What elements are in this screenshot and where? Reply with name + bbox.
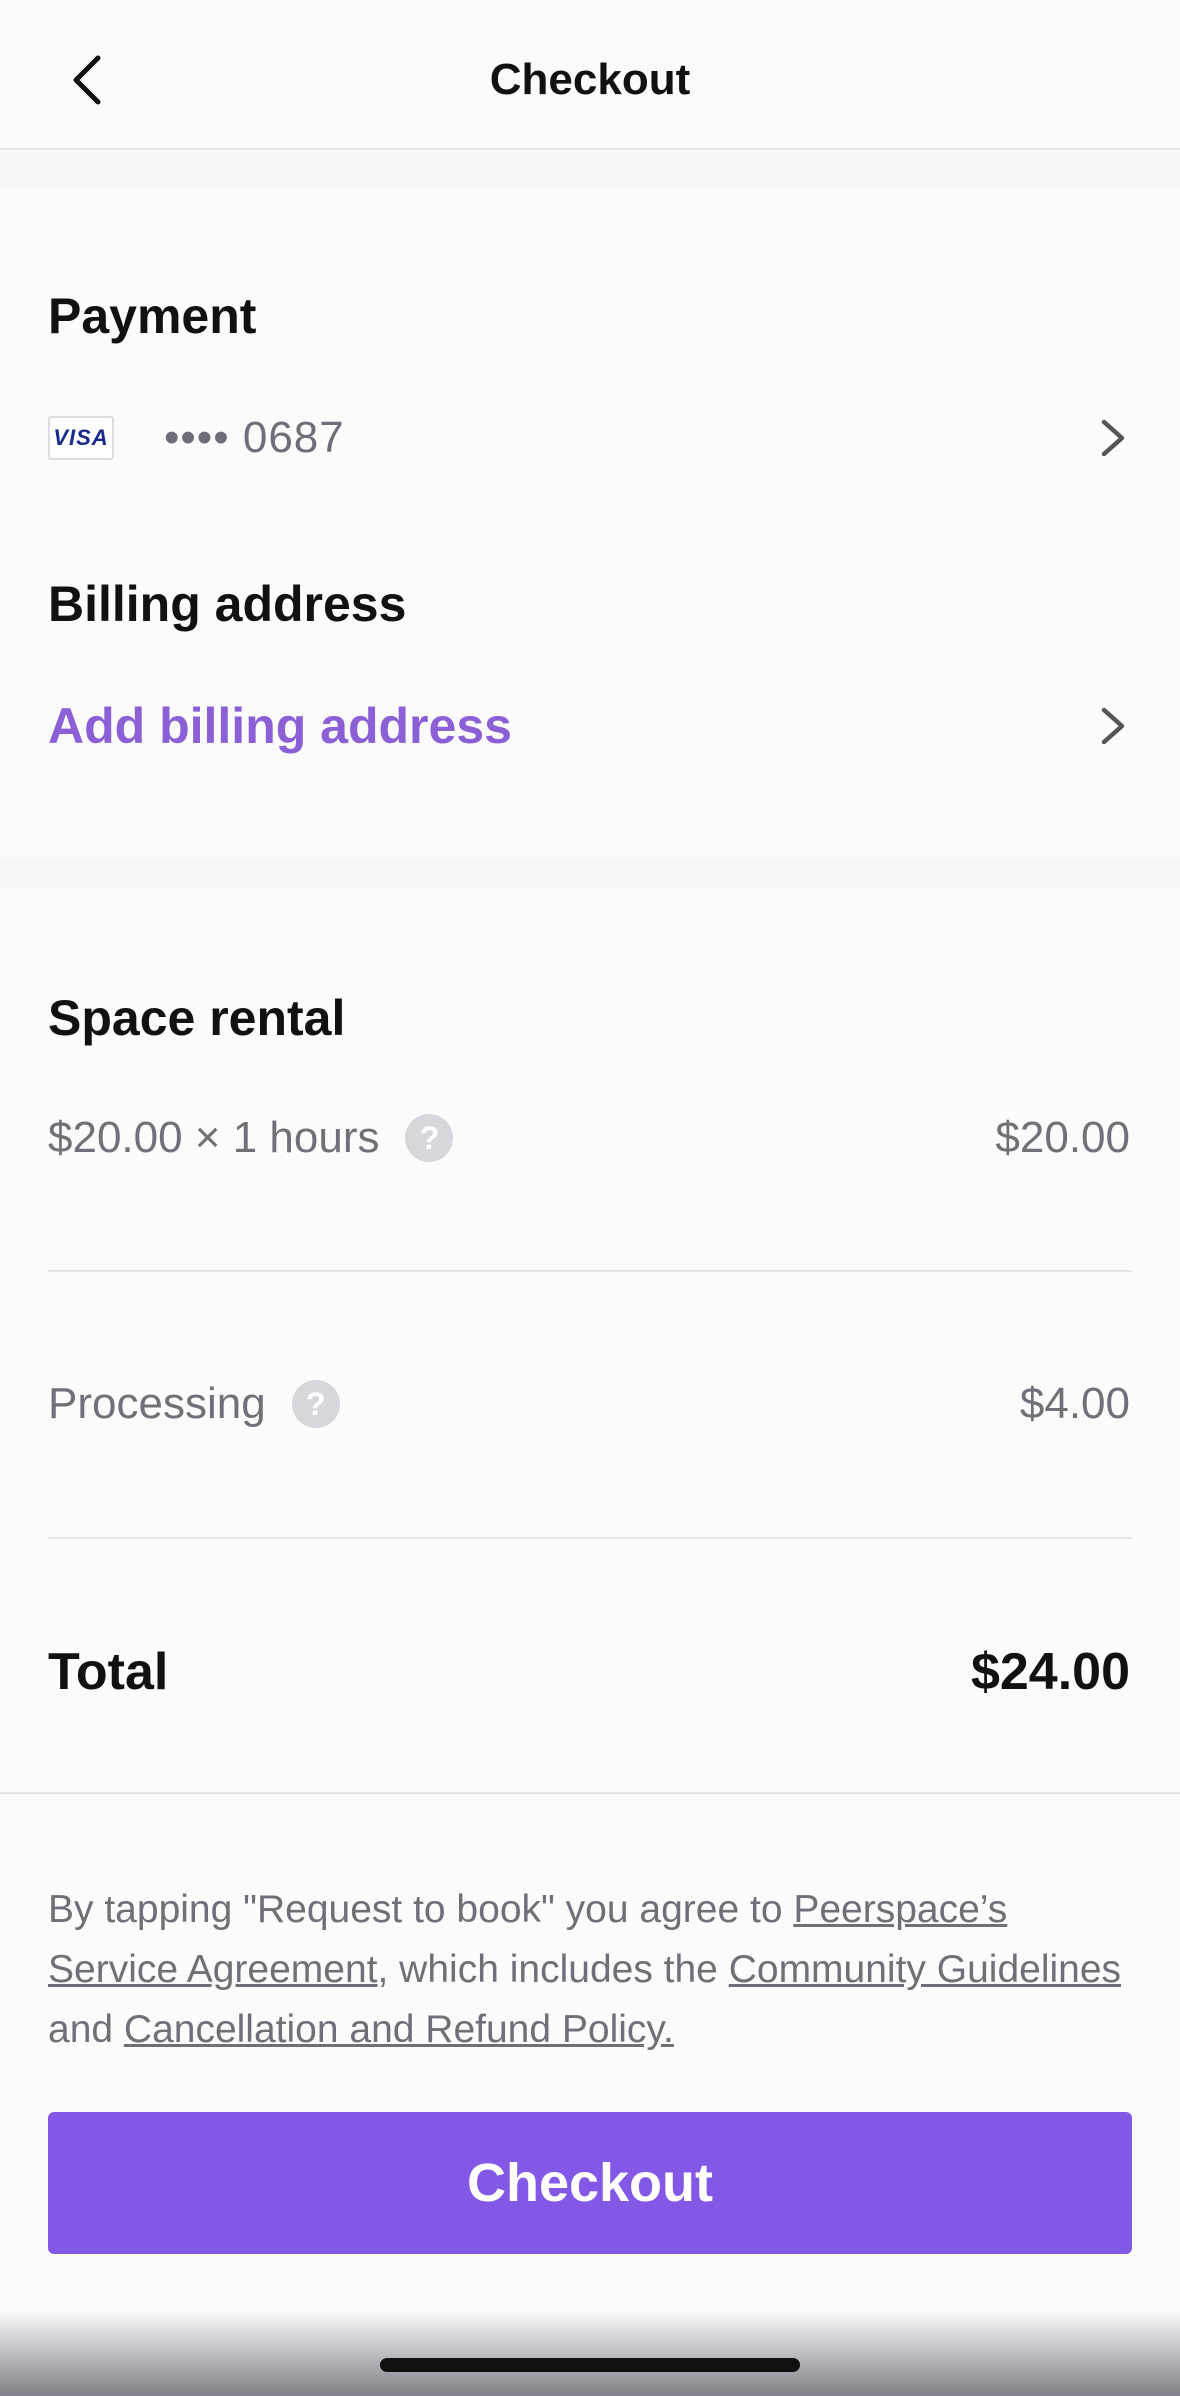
add-billing-address-row[interactable]: Add billing address [48,686,1132,766]
payment-method-row[interactable]: VISA •••• 0687 [48,398,1132,478]
legal-text-prefix: By tapping "Request to book" you agree t… [48,1888,794,1931]
rental-rate-text: $20.00 × 1 hours [48,1113,380,1162]
total-value: $24.00 [970,1643,1130,1701]
bottom-shadow [0,2310,1180,2396]
legal-agreement-text: By tapping "Request to book" you agree t… [48,1880,1132,2060]
space-rental-section-title: Space rental [48,990,346,1046]
section-spacer [0,858,1180,888]
home-indicator[interactable] [380,2358,800,2372]
chevron-right-icon [1101,419,1125,457]
billing-section-title: Billing address [48,576,407,632]
help-icon[interactable]: ? [405,1114,454,1162]
chevron-right-icon [1101,707,1125,745]
page-title: Checkout [489,55,691,104]
payment-section-title: Payment [48,288,257,344]
card-number: •••• 0687 [164,413,345,462]
visa-card-icon: VISA [48,416,114,460]
add-billing-address-link[interactable]: Add billing address [48,696,512,756]
section-spacer [0,152,1180,188]
rental-line-value: $20.00 [995,1113,1130,1162]
processing-text: Processing [48,1379,266,1428]
legal-text-middle: , which includes the [377,1948,729,1991]
total-label: Total [48,1643,169,1701]
community-guidelines-link[interactable]: Community Guidelines [729,1948,1121,1991]
top-nav-bar: Checkout [0,0,1180,150]
cancellation-policy-link[interactable]: Cancellation and Refund Policy. [124,2008,674,2051]
checkout-screen: Checkout Payment VISA •••• 0687 Billing … [0,0,1180,2396]
checkout-button[interactable]: Checkout [48,2112,1132,2254]
divider [48,1270,1132,1272]
processing-line-label: Processing ? [48,1374,340,1434]
legal-text-and: and [48,2008,124,2051]
help-icon[interactable]: ? [291,1380,340,1428]
divider [0,1792,1180,1794]
processing-line-value: $4.00 [1019,1379,1130,1428]
rental-line-label: $20.00 × 1 hours ? [48,1108,454,1168]
divider [48,1537,1132,1539]
